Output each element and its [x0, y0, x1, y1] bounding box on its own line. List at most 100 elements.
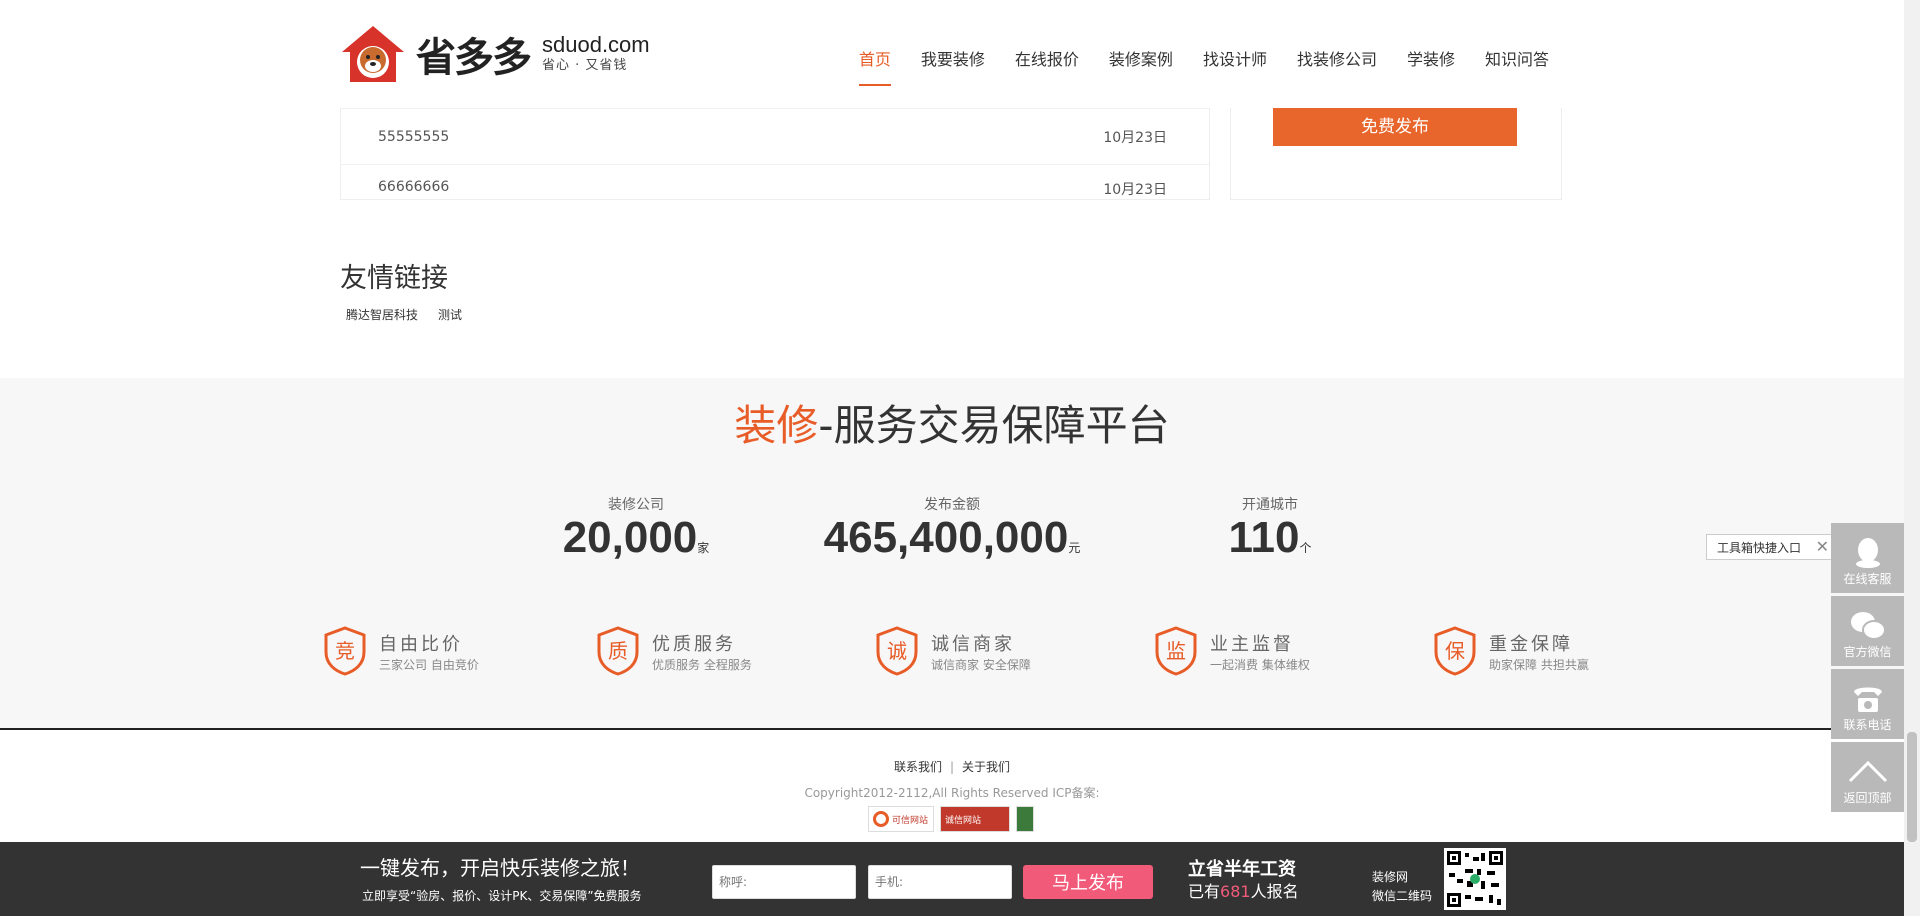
svg-text:诚: 诚 — [887, 639, 907, 663]
contact-phone-button[interactable]: 联系电话 — [1831, 669, 1904, 739]
svg-text:竞: 竞 — [335, 639, 355, 663]
side-toolbar: 在线客服 官方微信 联系电话 返回顶部 — [1831, 523, 1904, 815]
friend-links-title: 友情链接 — [340, 263, 448, 294]
feature-quality-service: 质 优质服务优质服务 全程服务 — [596, 626, 752, 676]
feature-title: 自由比价 — [379, 633, 463, 655]
name-input[interactable] — [712, 865, 856, 899]
site-logo[interactable]: 省多多 sduod.com 省心 · 又省钱 — [340, 20, 660, 88]
wechat-icon — [1850, 612, 1886, 640]
shield-badge-icon: 竞 — [324, 626, 366, 676]
shield-badge-icon: 质 — [597, 626, 639, 676]
phone-input[interactable] — [868, 865, 1012, 899]
logo-domain: sduod.com — [542, 32, 650, 57]
feature-title: 优质服务 — [652, 633, 736, 655]
contact-us-link[interactable]: 联系我们 — [894, 760, 942, 774]
stat-cities: 开通城市 110个 — [1210, 494, 1330, 572]
free-publish-button[interactable]: 免费发布 — [1273, 102, 1517, 146]
feature-free-compare: 竞 自由比价三家公司 自由竞价 — [323, 626, 479, 676]
online-service-button[interactable]: 在线客服 — [1831, 523, 1904, 593]
stat-label: 开通城市 — [1242, 497, 1298, 513]
arrow-up-icon — [1848, 760, 1887, 783]
stat-unit: 个 — [1299, 541, 1312, 555]
trusted-site-badge[interactable]: 可信网站 — [868, 806, 934, 832]
svg-text:质: 质 — [608, 639, 628, 663]
footer-links: 联系我们 | 关于我们 — [0, 758, 1904, 775]
shield-badge-icon: 诚 — [876, 626, 918, 676]
shield-badge-icon: 监 — [1155, 626, 1197, 676]
shield-badge-icon: 保 — [1434, 626, 1476, 676]
phone-icon — [1853, 687, 1882, 712]
list-item-date: 10月23日 — [1103, 129, 1167, 146]
nav-item-home[interactable]: 首页 — [844, 40, 906, 86]
friend-links: 腾达智居科技 测试 — [346, 306, 462, 323]
feature-sub: 三家公司 自由竞价 — [379, 657, 479, 672]
nav-item-designers[interactable]: 找设计师 — [1188, 40, 1282, 76]
signup-title: 一键发布，开启快乐装修之旅！ — [360, 856, 640, 880]
tool-label: 联系电话 — [1843, 718, 1892, 732]
nav-item-quote[interactable]: 在线报价 — [1000, 40, 1094, 76]
stat-unit: 家 — [697, 541, 710, 555]
stat-value: 465,400,000元 — [823, 513, 1081, 562]
back-to-top-button[interactable]: 返回顶部 — [1831, 742, 1904, 812]
tool-label: 官方微信 — [1843, 645, 1892, 659]
stat-unit: 元 — [1068, 541, 1081, 555]
qq-icon — [1855, 538, 1880, 568]
wechat-qr-code-icon — [1444, 848, 1506, 910]
scrollbar-thumb[interactable] — [1907, 732, 1917, 842]
honest-site-badge[interactable]: 诚信网站 — [940, 806, 1010, 832]
bear-house-logo-icon — [342, 26, 404, 82]
friend-link[interactable]: 测试 — [438, 306, 462, 323]
feature-sub: 诚信商家 安全保障 — [931, 657, 1031, 672]
stat-label: 发布金额 — [924, 497, 980, 513]
feature-sub: 优质服务 全程服务 — [652, 657, 752, 672]
platform-slogan: 装修-服务交易保障平台 — [0, 392, 1904, 453]
feature-guarantee: 保 重金保障助家保障 共担共赢 — [1433, 626, 1589, 676]
slogan-highlight: 装修 — [734, 401, 819, 450]
feature-title: 重金保障 — [1489, 633, 1573, 655]
tool-label: 返回顶部 — [1843, 791, 1892, 805]
stat-value: 20,000家 — [562, 513, 710, 562]
toolbox-tooltip-text: 工具箱快捷入口 — [1717, 540, 1802, 555]
page-scrollbar[interactable] — [1904, 0, 1920, 916]
feature-title: 业主监督 — [1210, 633, 1294, 655]
news-list: 55555555 10月23日 66666666 10月23日 — [340, 108, 1210, 200]
about-us-link[interactable]: 关于我们 — [962, 760, 1010, 774]
svg-text:监: 监 — [1166, 639, 1186, 663]
feature-sub: 助家保障 共担共赢 — [1489, 657, 1589, 672]
publish-now-button[interactable]: 马上发布 — [1023, 865, 1153, 899]
nav-item-cases[interactable]: 装修案例 — [1094, 40, 1188, 76]
official-wechat-button[interactable]: 官方微信 — [1831, 596, 1904, 666]
site-footer: 联系我们 | 关于我们 Copyright2012-2112,All Rights … — [0, 732, 1904, 842]
footer-separator: | — [949, 760, 955, 774]
qr-caption: 装修网 微信二维码 — [1372, 870, 1433, 903]
list-item-title[interactable]: 55555555 — [378, 129, 449, 145]
list-item-date: 10月23日 — [1103, 182, 1167, 198]
signup-subtitle: 立即享受“验房、报价、设计PK、交易保障”免费服务 — [362, 889, 642, 903]
logo-text: 省多多 — [416, 35, 532, 81]
list-item[interactable]: 66666666 10月23日 — [341, 164, 1209, 200]
slogan-rest: -服务交易保障平台 — [818, 401, 1170, 450]
nav-item-learn[interactable]: 学装修 — [1392, 40, 1470, 76]
close-icon[interactable]: ✕ — [1816, 537, 1829, 556]
publish-panel: 免费发布 — [1230, 102, 1562, 200]
site-header: 省多多 sduod.com 省心 · 又省钱 首页 我要装修 在线报价 装修案例… — [0, 0, 1904, 108]
toolbox-tooltip: 工具箱快捷入口 ✕ — [1706, 534, 1836, 560]
stat-value: 110个 — [1228, 513, 1312, 562]
promo-count: 已有681人报名 — [1188, 882, 1299, 901]
nav-item-qa[interactable]: 知识问答 — [1470, 40, 1564, 76]
list-item-title[interactable]: 66666666 — [378, 179, 449, 195]
svg-text:保: 保 — [1445, 639, 1465, 663]
logo-slogan: 省心 · 又省钱 — [542, 58, 628, 73]
feature-sub: 一起消费 集体维权 — [1210, 657, 1310, 672]
nav-item-companies[interactable]: 找装修公司 — [1282, 40, 1392, 76]
police-badge-icon[interactable] — [1016, 806, 1034, 832]
stat-label: 装修公司 — [608, 497, 664, 513]
main-nav: 首页 我要装修 在线报价 装修案例 找设计师 找装修公司 学装修 知识问答 — [844, 40, 1564, 86]
trust-badges: 可信网站 诚信网站 — [868, 806, 1034, 832]
feature-title: 诚信商家 — [931, 633, 1015, 655]
copyright: Copyright2012-2112,All Rights Reserved I… — [804, 786, 1100, 800]
bottom-signup-bar: 一键发布，开启快乐装修之旅！ 立即享受“验房、报价、设计PK、交易保障”免费服务… — [0, 842, 1904, 916]
list-item[interactable]: 55555555 10月23日 — [341, 108, 1209, 164]
nav-item-renovate[interactable]: 我要装修 — [906, 40, 1000, 76]
friend-link[interactable]: 腾达智居科技 — [346, 306, 418, 323]
